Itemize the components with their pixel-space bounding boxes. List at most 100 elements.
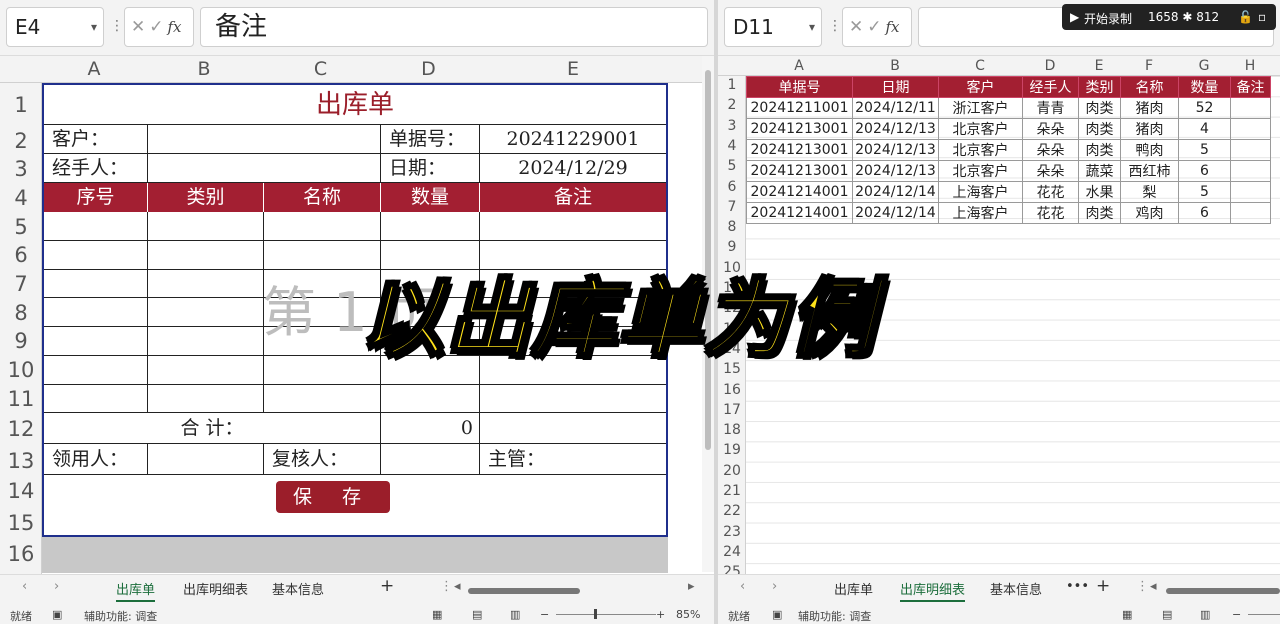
cancel-icon[interactable]: ✕: [849, 17, 867, 37]
tab-detail[interactable]: 出库明细表: [900, 579, 966, 602]
accessibility-status[interactable]: 辅助功能: 调查: [84, 608, 157, 624]
table-header-cell[interactable]: 名称: [1120, 76, 1179, 98]
form-detail-cell[interactable]: [264, 384, 381, 414]
save-button[interactable]: 保 存: [276, 481, 390, 513]
row-header[interactable]: 17: [718, 402, 746, 418]
col-header-d[interactable]: D: [379, 56, 478, 83]
form-detail-cell[interactable]: [148, 269, 264, 299]
row-header[interactable]: 14: [0, 479, 42, 503]
col-header-a[interactable]: A: [746, 56, 852, 76]
table-cell[interactable]: 北京客户: [938, 160, 1023, 182]
zoom-slider[interactable]: [556, 614, 656, 615]
form-detail-cell[interactable]: [148, 355, 264, 385]
col-header-e[interactable]: E: [1078, 56, 1120, 76]
col-header-c[interactable]: C: [938, 56, 1022, 76]
record-button[interactable]: 开始录制: [1084, 10, 1132, 27]
scroll-right-icon[interactable]: ▸: [688, 579, 695, 594]
form-detail-cell[interactable]: [148, 326, 264, 356]
horizontal-scroll-thumb[interactable]: [468, 588, 580, 594]
table-cell[interactable]: 2024/12/13: [852, 139, 939, 161]
row-header[interactable]: 11: [0, 387, 42, 411]
table-cell[interactable]: 肉类: [1078, 118, 1121, 140]
table-cell[interactable]: 20241213001: [746, 139, 853, 161]
header-seq[interactable]: 序号: [44, 183, 148, 212]
table-cell[interactable]: 北京客户: [938, 118, 1023, 140]
form-detail-cell[interactable]: [148, 298, 264, 328]
more-tabs-icon[interactable]: •••: [1066, 579, 1089, 594]
row-header[interactable]: 23: [718, 524, 746, 540]
col-header-e[interactable]: E: [478, 56, 668, 83]
col-header-a[interactable]: A: [42, 56, 146, 83]
total-remark[interactable]: [480, 413, 666, 444]
form-detail-cell[interactable]: [148, 212, 264, 241]
col-header-c[interactable]: C: [262, 56, 379, 83]
table-cell[interactable]: 20241214001: [746, 181, 853, 203]
table-cell[interactable]: 朵朵: [1022, 160, 1079, 182]
row-header[interactable]: 7: [0, 272, 42, 296]
table-cell[interactable]: 肉类: [1078, 139, 1121, 161]
row-header[interactable]: 20: [718, 463, 746, 479]
table-cell[interactable]: [1230, 139, 1271, 161]
table-cell[interactable]: 蔬菜: [1078, 160, 1121, 182]
add-sheet-icon[interactable]: +: [380, 576, 394, 596]
table-header-cell[interactable]: 备注: [1230, 76, 1271, 98]
row-header[interactable]: 6: [718, 179, 746, 195]
table-cell[interactable]: 肉类: [1078, 202, 1121, 224]
row-header[interactable]: 7: [718, 199, 746, 215]
normal-view-icon[interactable]: ▦: [1122, 608, 1132, 621]
row-header[interactable]: 21: [718, 483, 746, 499]
table-cell[interactable]: [1230, 118, 1271, 140]
row-header[interactable]: 10: [0, 358, 42, 382]
form-detail-cell[interactable]: [44, 269, 148, 299]
row-header[interactable]: 9: [0, 329, 42, 353]
col-header-b[interactable]: B: [146, 56, 262, 83]
zoom-in-icon[interactable]: +: [656, 608, 665, 621]
table-cell[interactable]: 20241214001: [746, 202, 853, 224]
form-detail-cell[interactable]: [44, 298, 148, 328]
row-header[interactable]: 15: [0, 511, 42, 535]
tab-basic[interactable]: 基本信息: [990, 579, 1042, 598]
fx-icon[interactable]: fx: [886, 18, 900, 36]
col-header-f[interactable]: F: [1120, 56, 1178, 76]
table-cell[interactable]: 2024/12/14: [852, 181, 939, 203]
col-header-h[interactable]: H: [1230, 56, 1270, 76]
lock-icon[interactable]: 🔓: [1238, 10, 1253, 24]
row-header[interactable]: 3: [718, 118, 746, 134]
receiver-field[interactable]: [148, 444, 264, 475]
form-detail-cell[interactable]: [480, 212, 666, 241]
confirm-icon[interactable]: ✓: [149, 17, 167, 37]
table-cell[interactable]: 猪肉: [1120, 118, 1179, 140]
macro-icon[interactable]: ▣: [52, 608, 62, 621]
scroll-left-icon[interactable]: ◂: [454, 579, 461, 594]
macro-icon[interactable]: ▣: [772, 608, 782, 621]
zoom-level[interactable]: 85%: [676, 608, 700, 621]
normal-view-icon[interactable]: ▦: [432, 608, 442, 621]
row-header[interactable]: 2: [718, 97, 746, 113]
table-header-cell[interactable]: 单据号: [746, 76, 853, 98]
table-cell[interactable]: 西红柿: [1120, 160, 1179, 182]
tab-detail[interactable]: 出库明细表: [183, 579, 248, 598]
col-header-d[interactable]: D: [1022, 56, 1078, 76]
row-header[interactable]: 18: [718, 422, 746, 438]
window-icon[interactable]: ▫: [1258, 10, 1266, 24]
table-cell[interactable]: [1230, 97, 1271, 119]
page-layout-icon[interactable]: ▤: [1162, 608, 1172, 621]
form-detail-cell[interactable]: [44, 240, 148, 270]
table-cell[interactable]: [1230, 160, 1271, 182]
row-header[interactable]: 16: [718, 382, 746, 398]
table-header-cell[interactable]: 类别: [1078, 76, 1121, 98]
table-cell[interactable]: 20241213001: [746, 118, 853, 140]
scroll-left-icon[interactable]: ◂: [1150, 579, 1157, 594]
form-detail-cell[interactable]: [44, 384, 148, 414]
table-header-cell[interactable]: 客户: [938, 76, 1023, 98]
table-header-cell[interactable]: 数量: [1178, 76, 1231, 98]
total-value[interactable]: 0: [381, 413, 480, 444]
row-header[interactable]: 4: [0, 186, 42, 210]
form-detail-cell[interactable]: [381, 212, 480, 241]
table-cell[interactable]: 朵朵: [1022, 139, 1079, 161]
row-header[interactable]: 5: [0, 215, 42, 239]
table-cell[interactable]: 花花: [1022, 202, 1079, 224]
more-icon[interactable]: ⋮: [828, 18, 842, 34]
table-cell[interactable]: 浙江客户: [938, 97, 1023, 119]
table-cell[interactable]: 5: [1178, 181, 1231, 203]
